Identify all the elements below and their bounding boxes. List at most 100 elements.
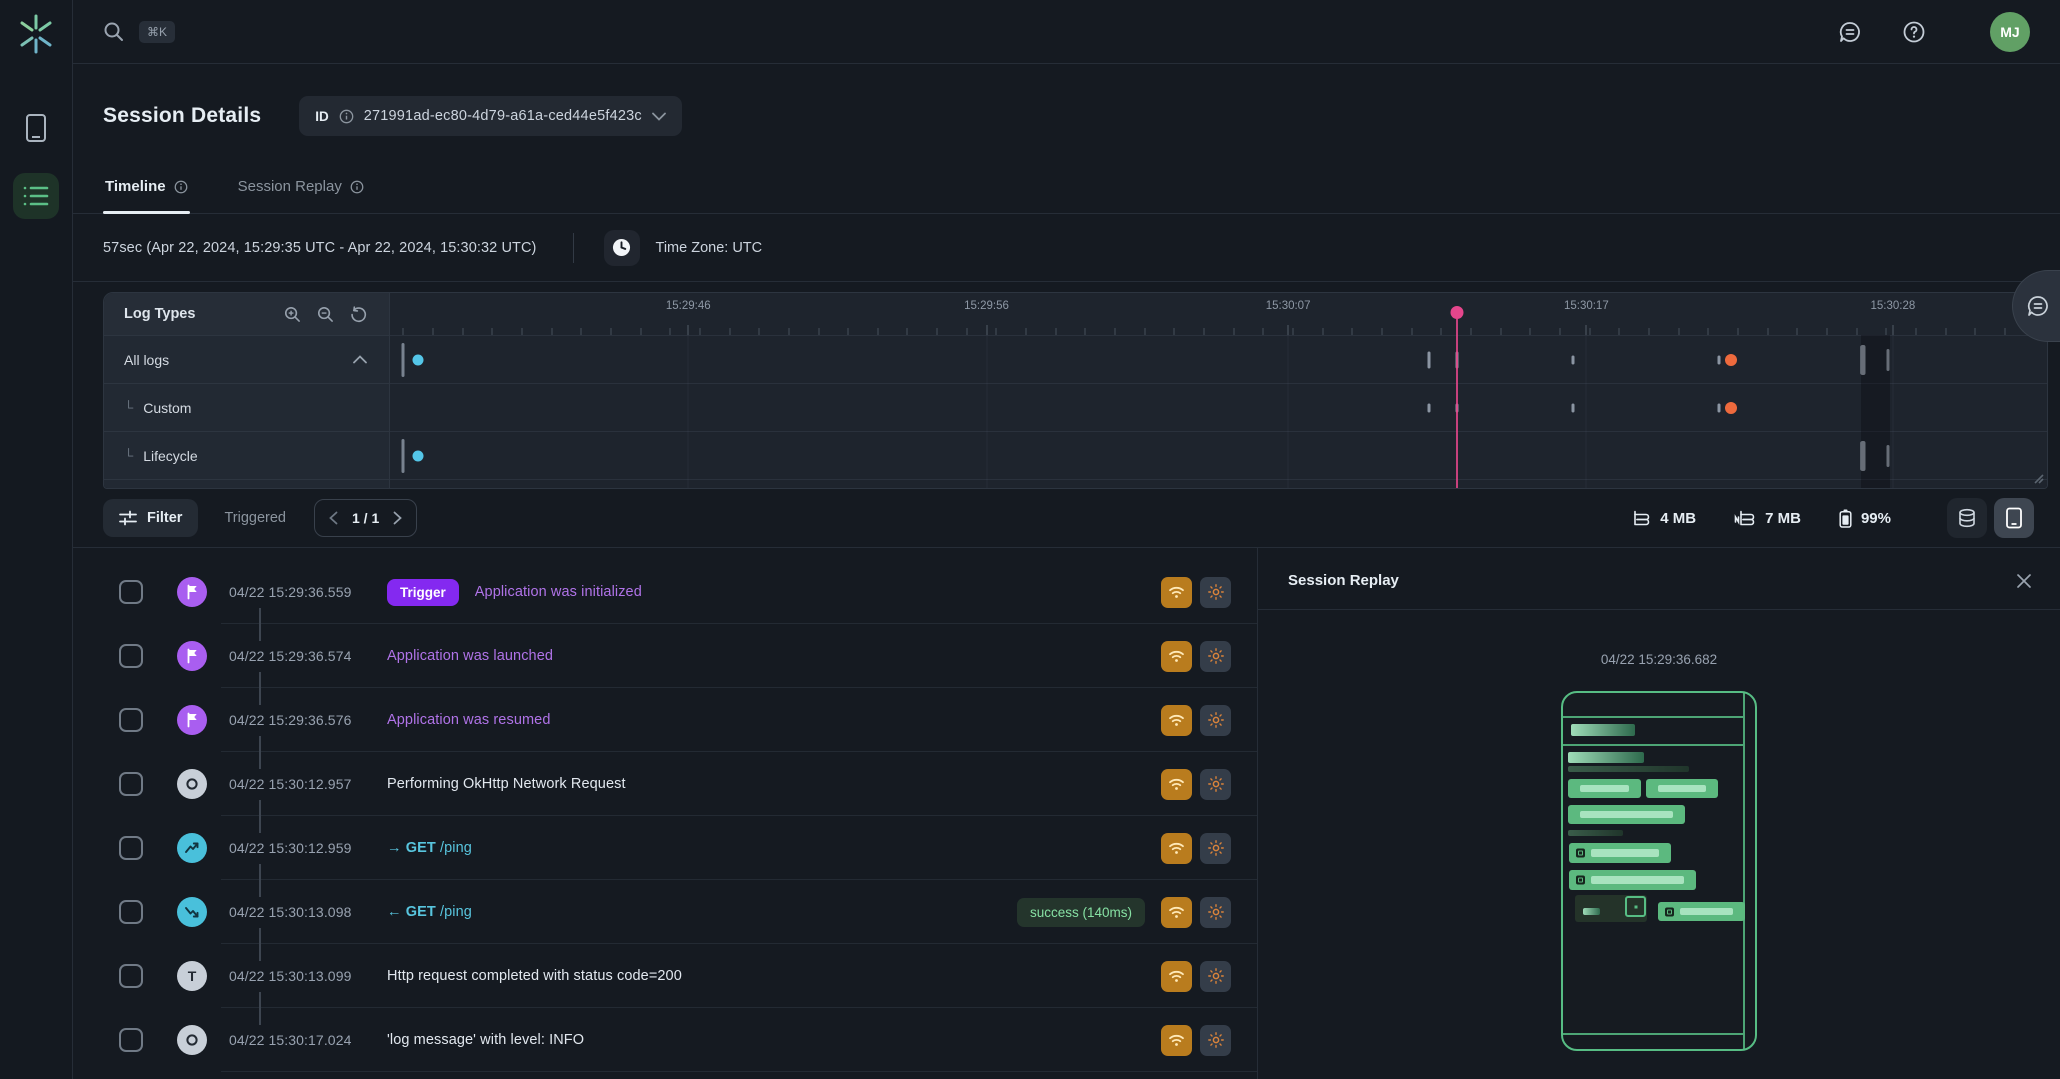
log-timestamp: 04/22 15:29:36.559 <box>229 584 387 600</box>
network-state-button[interactable] <box>1161 769 1192 800</box>
timeline-track-area[interactable]: 15:29:4615:29:5615:30:0715:30:1715:30:28 <box>390 293 2047 488</box>
timezone-button[interactable] <box>604 230 640 266</box>
log-type-row-lifecycle[interactable]: └Lifecycle <box>104 431 389 479</box>
help-icon <box>1902 20 1926 44</box>
avatar[interactable]: MJ <box>1990 12 2030 52</box>
wifi-icon <box>1168 969 1185 983</box>
next-page-button[interactable] <box>393 511 402 525</box>
event-bar[interactable] <box>1572 355 1575 364</box>
zoom-in-button[interactable] <box>284 306 301 323</box>
resize-handle-icon[interactable] <box>2032 471 2044 489</box>
event-bar[interactable] <box>402 343 405 377</box>
log-row[interactable]: 04/22 15:29:36.574Application was launch… <box>73 624 1257 688</box>
network-state-button[interactable] <box>1161 705 1192 736</box>
event-bar[interactable] <box>1427 403 1430 412</box>
event-dot-blue[interactable] <box>413 450 424 461</box>
sidebar-item-sessions[interactable] <box>13 173 59 219</box>
log-row[interactable]: 04/22 15:30:17.024'log message' with lev… <box>73 1008 1257 1072</box>
timeline-track-lifecycle <box>390 431 2047 479</box>
environment-state-button[interactable] <box>1200 897 1231 928</box>
log-message[interactable]: ← GET /ping <box>387 904 472 920</box>
environment-state-button[interactable] <box>1200 577 1231 608</box>
environment-state-button[interactable] <box>1200 641 1231 672</box>
reset-zoom-button[interactable] <box>350 306 367 323</box>
flag-icon <box>185 648 200 664</box>
network-state-button[interactable] <box>1161 833 1192 864</box>
environment-state-button[interactable] <box>1200 1025 1231 1056</box>
embrace-logo-icon[interactable] <box>18 14 54 59</box>
event-dot-blue[interactable] <box>413 354 424 365</box>
log-row-checkbox[interactable] <box>119 900 143 924</box>
log-row[interactable]: 04/22 15:30:12.957Performing OkHttp Netw… <box>73 752 1257 816</box>
event-dot-orange[interactable] <box>1725 402 1737 414</box>
filter-button[interactable]: Filter <box>103 499 198 537</box>
stat-value: 7 MB <box>1765 510 1801 527</box>
ruler-tick <box>1708 328 1709 335</box>
log-message[interactable]: Application was initialized <box>475 584 642 600</box>
session-id-selector[interactable]: ID 271991ad-ec80-4d79-a61a-ced44e5f423c <box>299 96 682 136</box>
log-row[interactable]: 04/22 15:29:36.576Application was resume… <box>73 688 1257 752</box>
event-dot-orange[interactable] <box>1725 354 1737 366</box>
ruler-tick <box>1115 328 1116 335</box>
network-state-button[interactable] <box>1161 897 1192 928</box>
playhead-dot[interactable] <box>1451 306 1464 319</box>
playhead-line[interactable] <box>1456 319 1458 488</box>
environment-state-button[interactable] <box>1200 961 1231 992</box>
log-row-checkbox[interactable] <box>119 644 143 668</box>
log-message[interactable]: → GET /ping <box>387 840 472 856</box>
log-type-row-custom[interactable]: └Custom <box>104 383 389 431</box>
chevron-up-icon[interactable] <box>353 355 367 364</box>
network-state-button[interactable] <box>1161 1025 1192 1056</box>
session-replay-phone-mockup[interactable] <box>1561 691 1757 1051</box>
skeleton-title <box>1568 752 1644 763</box>
flag-icon <box>185 712 200 728</box>
network-state-button[interactable] <box>1161 577 1192 608</box>
device-view-toggle[interactable] <box>1994 498 2034 538</box>
event-bar[interactable] <box>402 439 405 473</box>
event-bar[interactable] <box>1427 351 1430 368</box>
tab-timeline[interactable]: Timeline <box>103 164 190 213</box>
ruler-tick <box>432 328 433 335</box>
data-view-toggle[interactable] <box>1947 498 1987 538</box>
sidebar-item-devices[interactable] <box>13 105 59 151</box>
tab-label: Session Replay <box>238 178 342 195</box>
log-message[interactable]: Http request completed with status code=… <box>387 968 682 984</box>
zoom-out-button[interactable] <box>317 306 334 323</box>
log-row-checkbox[interactable] <box>119 772 143 796</box>
log-row[interactable]: 04/22 15:30:12.959→ GET /ping <box>73 816 1257 880</box>
event-bar[interactable] <box>1717 403 1720 412</box>
network-state-button[interactable] <box>1161 641 1192 672</box>
log-message[interactable]: Performing OkHttp Network Request <box>387 776 626 792</box>
stat-battery: 99% <box>1839 509 1891 528</box>
close-replay-button[interactable] <box>2016 573 2032 589</box>
log-row-checkbox[interactable] <box>119 1028 143 1052</box>
ruler-tick <box>670 328 671 335</box>
log-row[interactable]: T04/22 15:30:13.099Http request complete… <box>73 944 1257 1008</box>
prev-page-button[interactable] <box>329 511 338 525</box>
log-row-checkbox[interactable] <box>119 964 143 988</box>
log-row-checkbox[interactable] <box>119 708 143 732</box>
search-icon[interactable] <box>103 21 125 43</box>
event-bar[interactable] <box>1572 403 1575 412</box>
log-type-row-all-logs[interactable]: All logs <box>104 335 389 383</box>
tab-session-replay[interactable]: Session Replay <box>236 164 366 213</box>
ruler-tick <box>699 328 700 335</box>
environment-state-button[interactable] <box>1200 705 1231 736</box>
log-message[interactable]: 'log message' with level: INFO <box>387 1032 584 1048</box>
log-message[interactable]: Application was launched <box>387 648 553 664</box>
session-replay-title: Session Replay <box>1288 572 1399 589</box>
log-row[interactable]: 04/22 15:29:36.559TriggerApplication was… <box>73 560 1257 624</box>
log-row-checkbox[interactable] <box>119 580 143 604</box>
log-row-checkbox[interactable] <box>119 836 143 860</box>
log-message[interactable]: Application was resumed <box>387 712 551 728</box>
environment-state-button[interactable] <box>1200 769 1231 800</box>
feedback-button[interactable] <box>1838 20 1862 44</box>
log-types-title: Log Types <box>124 306 268 322</box>
log-row[interactable]: 04/22 15:30:13.098← GET /pingsuccess (14… <box>73 880 1257 944</box>
environment-state-button[interactable] <box>1200 833 1231 864</box>
log-list: 04/22 15:29:36.559TriggerApplication was… <box>73 548 1257 1079</box>
network-state-button[interactable] <box>1161 961 1192 992</box>
ruler-tick <box>1322 328 1323 335</box>
help-button[interactable] <box>1902 20 1926 44</box>
event-bar[interactable] <box>1717 355 1720 364</box>
